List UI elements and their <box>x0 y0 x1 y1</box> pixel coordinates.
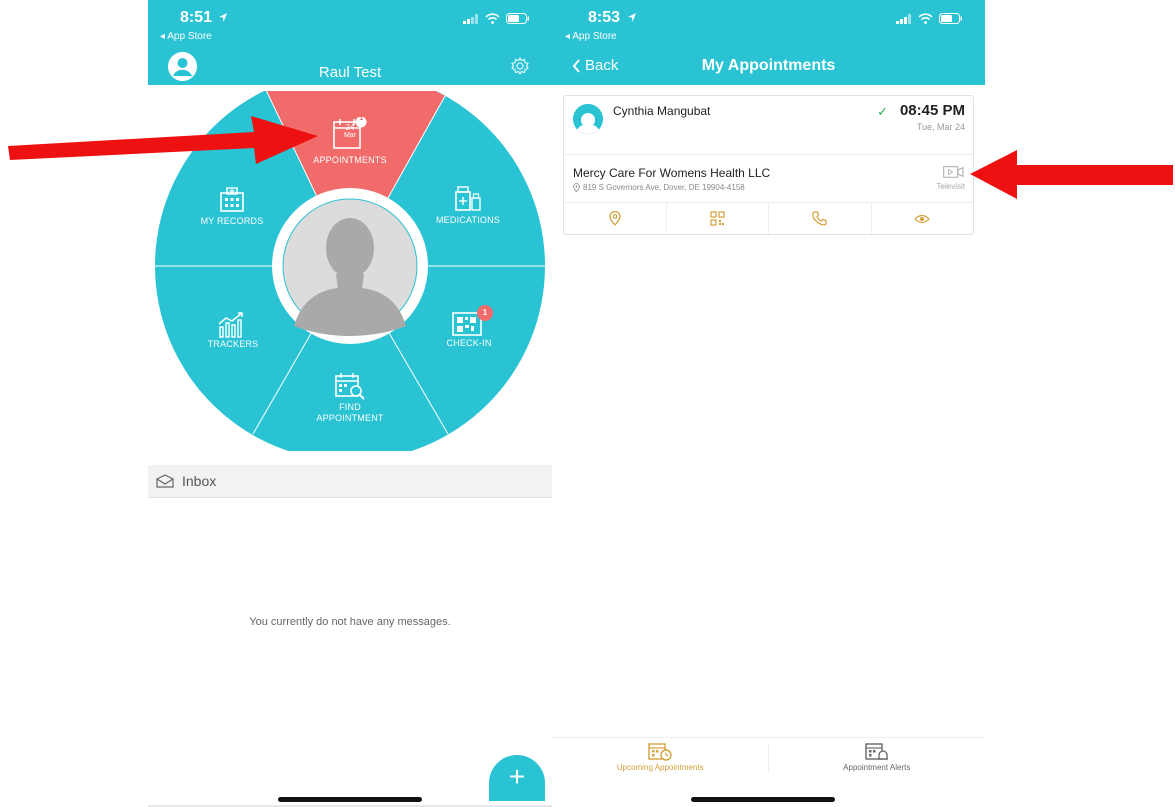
tab-divider <box>768 744 769 772</box>
inbox-label: Inbox <box>182 473 217 489</box>
right-annotation-arrow <box>970 150 1173 199</box>
appointment-card[interactable]: Cynthia Mangubat ✓ 08:45 PM Tue, Mar 24 … <box>563 95 974 235</box>
envelope-icon <box>156 474 174 488</box>
appointments-header: 8:53 ◂ App Store Back My Appointments <box>552 0 985 85</box>
hospital-building-icon <box>220 187 244 212</box>
tab-upcoming-appointments[interactable]: Upcoming Appointments <box>552 738 769 783</box>
facility-address: 819 S Governors Ave, Dover, DE 19904-415… <box>573 183 745 192</box>
location-arrow-icon <box>628 13 636 22</box>
check-in-label[interactable]: CHECK-IN <box>424 338 514 348</box>
wifi-icon <box>918 13 933 24</box>
status-time: 8:51 <box>180 9 213 26</box>
phone-icon <box>812 211 827 226</box>
status-icons <box>463 13 530 24</box>
map-pin-icon <box>609 211 621 226</box>
add-button[interactable]: + <box>489 755 545 801</box>
tab-appointment-alerts[interactable]: Appointment Alerts <box>769 738 986 783</box>
tab-upcoming-label: Upcoming Appointments <box>616 763 704 772</box>
doctor-name: Cynthia Mangubat <box>613 104 711 118</box>
location-arrow-icon <box>219 13 227 22</box>
appointment-time: 08:45 PM <box>899 102 965 119</box>
call-button[interactable] <box>769 203 872 234</box>
medications-label[interactable]: MEDICATIONS <box>423 215 513 225</box>
wifi-icon <box>485 13 500 24</box>
visit-type: Televisit <box>936 182 965 191</box>
eye-icon <box>914 214 931 223</box>
user-icon <box>573 104 603 134</box>
qr-checkin-button[interactable] <box>667 203 769 234</box>
find-appointment-label-line1: FIND <box>339 402 361 412</box>
back-to-app-store[interactable]: ◂ App Store <box>565 31 617 42</box>
find-appointment-label[interactable]: FIND APPOINTMENT <box>303 402 397 424</box>
signal-icon <box>896 13 911 24</box>
page-title: My Appointments <box>701 57 836 74</box>
empty-inbox-message: You currently do not have any messages. <box>249 616 451 628</box>
confirmed-check-icon: ✓ <box>877 104 888 119</box>
battery-icon <box>506 13 529 24</box>
battery-icon <box>939 13 962 24</box>
calendar-day: 24 <box>345 123 355 132</box>
doctor-avatar <box>573 104 603 134</box>
appointments-screen: 8:53 ◂ App Store Back My Appointments Cy… <box>552 0 985 807</box>
home-indicator <box>691 797 835 802</box>
status-icons <box>896 13 963 24</box>
video-camera-icon <box>943 166 964 178</box>
inbox-bar[interactable]: Inbox <box>148 465 552 498</box>
settings-gear-icon[interactable] <box>510 56 530 76</box>
check-in-badge: 1 <box>482 308 488 317</box>
back-to-app-store[interactable]: ◂ App Store <box>160 31 212 42</box>
calendar-search-icon <box>335 373 365 400</box>
status-time: 8:53 <box>588 9 621 26</box>
calendar-month: Mar <box>343 132 357 139</box>
home-indicator <box>278 797 422 802</box>
signal-icon <box>463 13 478 24</box>
appointment-actions <box>564 202 973 234</box>
tab-alerts-label: Appointment Alerts <box>843 763 911 772</box>
appointment-date: Tue, Mar 24 <box>916 122 965 132</box>
left-annotation-arrow <box>8 116 318 164</box>
address-text: 819 S Governors Ave, Dover, DE 19904-415… <box>583 183 745 192</box>
calendar-bell-icon <box>865 743 888 760</box>
map-pin-icon <box>573 183 580 192</box>
home-header: 8:51 ◂ App Store Raul Test <box>148 0 552 85</box>
trend-chart-icon <box>218 312 243 338</box>
find-appointment-label-line2: APPOINTMENT <box>316 413 384 423</box>
my-records-label[interactable]: MY RECORDS <box>189 216 275 226</box>
directions-button[interactable] <box>564 203 667 234</box>
view-details-button[interactable] <box>872 203 974 234</box>
calendar-clock-icon <box>648 743 672 761</box>
medicine-bottles-icon <box>455 186 481 211</box>
page-title: Raul Test <box>318 64 382 81</box>
trackers-label[interactable]: TRACKERS <box>193 339 273 349</box>
facility-name: Mercy Care For Womens Health LLC <box>573 166 771 180</box>
appointment-card-header: Cynthia Mangubat ✓ 08:45 PM Tue, Mar 24 <box>564 96 973 155</box>
appointments-badge: 1 <box>359 115 364 122</box>
qr-code-icon <box>710 211 725 226</box>
